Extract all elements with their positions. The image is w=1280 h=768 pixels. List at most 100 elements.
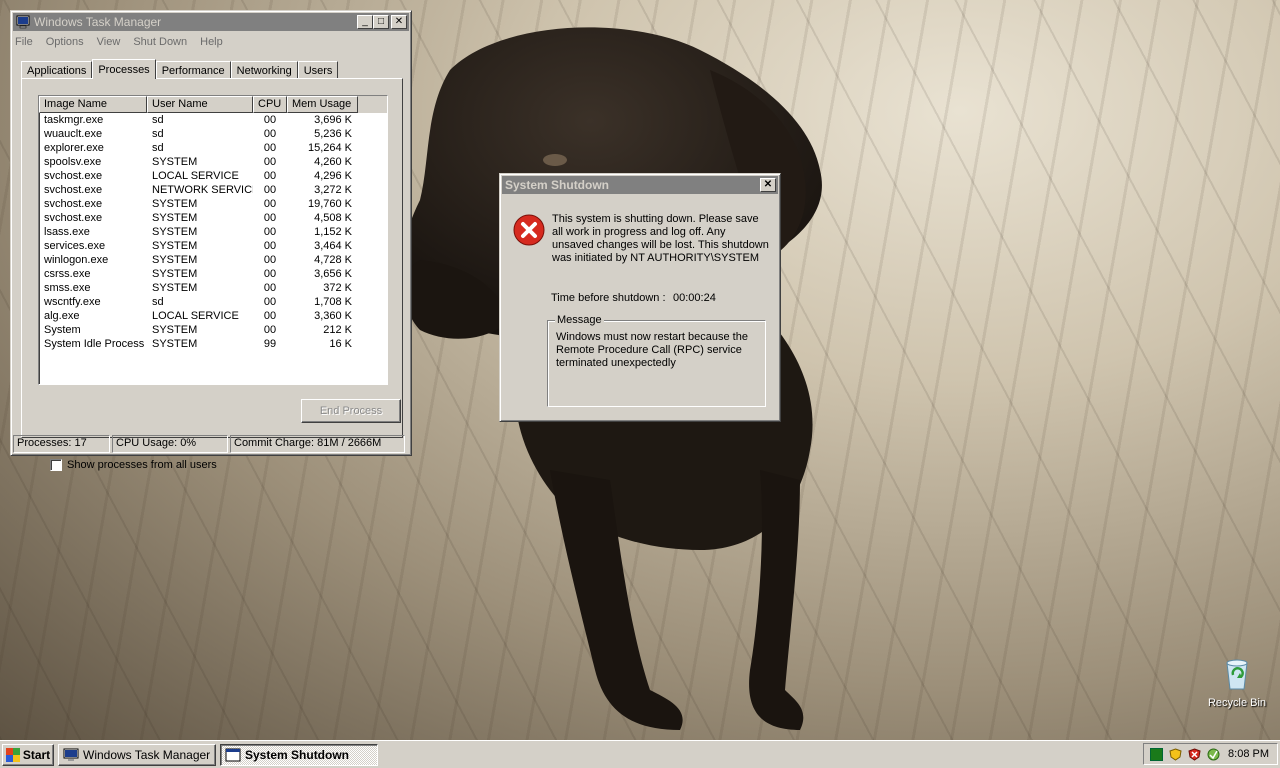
process-user-name: sd bbox=[152, 296, 164, 308]
column-header-mem-usage[interactable]: Mem Usage bbox=[287, 96, 358, 113]
process-mem-usage: 4,260 K bbox=[314, 156, 352, 168]
process-mem-usage: 15,264 K bbox=[307, 142, 352, 154]
shutdown-message: This system is shutting down. Please sav… bbox=[552, 213, 769, 264]
tab-users[interactable]: Users bbox=[297, 61, 339, 79]
process-user-name: sd bbox=[152, 114, 164, 126]
minimize-button[interactable]: _ bbox=[357, 15, 373, 29]
shutdown-titlebar[interactable]: System Shutdown ✕ bbox=[502, 176, 778, 194]
process-cpu: 00 bbox=[263, 296, 277, 308]
close-button[interactable]: ✕ bbox=[391, 15, 407, 29]
error-icon bbox=[513, 214, 545, 246]
shutdown-close-button[interactable]: ✕ bbox=[760, 178, 776, 192]
end-process-button[interactable]: End Process bbox=[301, 399, 401, 423]
process-row[interactable]: svchost.exe SYSTEM 00 19,760 K bbox=[39, 197, 387, 211]
process-row[interactable]: explorer.exe sd 00 15,264 K bbox=[39, 141, 387, 155]
process-user-name: SYSTEM bbox=[152, 240, 198, 252]
process-mem-usage: 212 K bbox=[323, 324, 352, 336]
process-user-name: SYSTEM bbox=[152, 226, 198, 238]
process-cpu: 00 bbox=[263, 226, 277, 238]
tab-applications[interactable]: Applications bbox=[21, 61, 93, 79]
process-cpu: 00 bbox=[263, 282, 277, 294]
taskbar-button-task-manager-label: Windows Task Manager bbox=[83, 747, 211, 762]
process-mem-usage: 1,152 K bbox=[314, 226, 352, 238]
status-cpu-usage: CPU Usage: 0% bbox=[112, 435, 228, 453]
process-cpu: 00 bbox=[263, 310, 277, 322]
start-label: Start bbox=[22, 747, 51, 762]
menu-help[interactable]: Help bbox=[200, 36, 223, 48]
system-tray: 8:08 PM bbox=[1143, 743, 1278, 765]
process-user-name: SYSTEM bbox=[152, 254, 198, 266]
process-row[interactable]: svchost.exe LOCAL SERVICE 00 4,296 K bbox=[39, 169, 387, 183]
process-mem-usage: 4,728 K bbox=[314, 254, 352, 266]
process-mem-usage: 4,296 K bbox=[314, 170, 352, 182]
column-header-user-name[interactable]: User Name bbox=[147, 96, 253, 113]
process-cpu: 00 bbox=[263, 198, 277, 210]
process-row[interactable]: svchost.exe NETWORK SERVICE 00 3,272 K bbox=[39, 183, 387, 197]
taskbar-button-task-manager[interactable]: Windows Task Manager bbox=[58, 743, 216, 766]
taskbar-button-system-shutdown[interactable]: System Shutdown bbox=[220, 743, 378, 766]
menu-file[interactable]: File bbox=[15, 36, 33, 48]
process-list[interactable]: Image Name User Name CPU Mem Usage taskm… bbox=[38, 95, 388, 385]
status-processes: Processes: 17 bbox=[13, 435, 110, 453]
task-manager-window[interactable]: Windows Task Manager _ □ ✕ File Options … bbox=[10, 10, 412, 471]
process-cpu: 99 bbox=[263, 338, 277, 350]
process-mem-usage: 3,696 K bbox=[314, 114, 352, 126]
process-list-header: Image Name User Name CPU Mem Usage bbox=[39, 96, 387, 113]
window-small-icon bbox=[225, 748, 241, 761]
task-manager-titlebar[interactable]: Windows Task Manager _ □ ✕ bbox=[13, 13, 409, 31]
process-mem-usage: 4,508 K bbox=[314, 212, 352, 224]
close-icon: ✕ bbox=[763, 179, 773, 190]
process-row[interactable]: services.exe SYSTEM 00 3,464 K bbox=[39, 239, 387, 253]
process-row[interactable]: System SYSTEM 00 212 K bbox=[39, 323, 387, 337]
process-row[interactable]: System Idle Process SYSTEM 99 16 K bbox=[39, 337, 387, 351]
process-row[interactable]: wscntfy.exe sd 00 1,708 K bbox=[39, 295, 387, 309]
process-row[interactable]: taskmgr.exe sd 00 3,696 K bbox=[39, 113, 387, 127]
recycle-bin-desktop-icon[interactable]: Recycle Bin bbox=[1202, 655, 1272, 709]
process-row[interactable]: smss.exe SYSTEM 00 372 K bbox=[39, 281, 387, 295]
process-image-name: csrss.exe bbox=[44, 268, 91, 280]
process-row[interactable]: svchost.exe SYSTEM 00 4,508 K bbox=[39, 211, 387, 225]
tab-processes[interactable]: Processes bbox=[92, 59, 156, 79]
menu-options[interactable]: Options bbox=[46, 36, 84, 48]
security-alert-icon[interactable] bbox=[1188, 747, 1201, 761]
taskbar-button-system-shutdown-label: System Shutdown bbox=[245, 747, 350, 762]
maximize-button[interactable]: □ bbox=[373, 15, 389, 29]
process-image-name: lsass.exe bbox=[44, 226, 90, 238]
network-status-icon[interactable] bbox=[1150, 747, 1163, 761]
show-all-processes-checkbox[interactable] bbox=[50, 459, 62, 471]
tab-performance[interactable]: Performance bbox=[155, 61, 231, 79]
windows-flag-icon bbox=[5, 747, 20, 762]
process-image-name: System bbox=[44, 324, 81, 336]
tab-networking[interactable]: Networking bbox=[230, 61, 298, 79]
process-rows: taskmgr.exe sd 00 3,696 K wuauclt.exe sd 00 5,2… bbox=[39, 113, 387, 351]
security-shield-icon[interactable] bbox=[1169, 747, 1182, 761]
taskbar-clock[interactable]: 8:08 PM bbox=[1228, 748, 1269, 760]
column-header-cpu[interactable]: CPU bbox=[253, 96, 287, 113]
process-user-name: NETWORK SERVICE bbox=[152, 184, 253, 196]
process-row[interactable]: winlogon.exe SYSTEM 00 4,728 K bbox=[39, 253, 387, 267]
start-button[interactable]: Start bbox=[2, 743, 54, 766]
process-mem-usage: 3,360 K bbox=[314, 310, 352, 322]
process-row[interactable]: alg.exe LOCAL SERVICE 00 3,360 K bbox=[39, 309, 387, 323]
process-cpu: 00 bbox=[263, 268, 277, 280]
menu-view[interactable]: View bbox=[97, 36, 121, 48]
process-row[interactable]: lsass.exe SYSTEM 00 1,152 K bbox=[39, 225, 387, 239]
processes-panel: Image Name User Name CPU Mem Usage taskm… bbox=[21, 78, 403, 471]
process-user-name: LOCAL SERVICE bbox=[152, 170, 239, 182]
process-user-name: SYSTEM bbox=[152, 156, 198, 168]
column-header-image-name[interactable]: Image Name bbox=[39, 96, 147, 113]
shutdown-message-group-label: Message bbox=[555, 314, 604, 326]
process-image-name: svchost.exe bbox=[44, 198, 103, 210]
process-image-name: spoolsv.exe bbox=[44, 156, 102, 168]
process-image-name: System Idle Process bbox=[44, 338, 145, 350]
windows-update-icon[interactable] bbox=[1207, 748, 1220, 761]
show-all-processes[interactable]: Show processes from all users bbox=[50, 459, 217, 471]
process-row[interactable]: wuauclt.exe sd 00 5,236 K bbox=[39, 127, 387, 141]
menu-shut-down[interactable]: Shut Down bbox=[133, 36, 187, 48]
process-row[interactable]: spoolsv.exe SYSTEM 00 4,260 K bbox=[39, 155, 387, 169]
process-row[interactable]: csrss.exe SYSTEM 00 3,656 K bbox=[39, 267, 387, 281]
process-mem-usage: 16 K bbox=[329, 338, 352, 350]
task-manager-title: Windows Task Manager bbox=[34, 15, 162, 29]
system-shutdown-dialog[interactable]: System Shutdown ✕ This system is shuttin… bbox=[499, 173, 781, 422]
process-cpu: 00 bbox=[263, 212, 277, 224]
